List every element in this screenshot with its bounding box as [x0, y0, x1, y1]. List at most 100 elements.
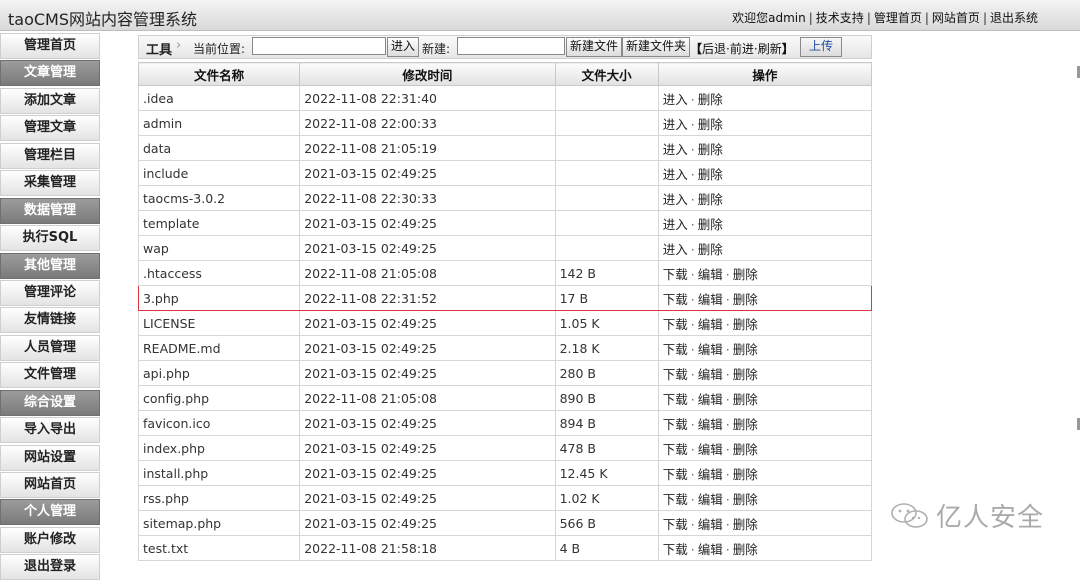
download-action[interactable]: 下载	[663, 342, 688, 357]
file-name-cell[interactable]: rss.php	[137, 485, 301, 511]
upload-button[interactable]: 上传	[800, 37, 842, 57]
delete-action[interactable]: 删除	[698, 92, 723, 107]
delete-action[interactable]: 删除	[733, 317, 758, 332]
sidebar-item[interactable]: 管理文章	[0, 115, 100, 142]
sidebar-item[interactable]: 添加文章	[0, 87, 100, 114]
edit-action[interactable]: 编辑	[698, 517, 723, 532]
download-action[interactable]: 下载	[663, 542, 688, 557]
file-name-cell[interactable]: include	[137, 160, 301, 186]
enter-action[interactable]: 进入	[663, 192, 688, 207]
file-name-cell[interactable]: .htaccess	[137, 260, 301, 286]
delete-action[interactable]: 删除	[733, 492, 758, 507]
edit-action[interactable]: 编辑	[698, 417, 723, 432]
file-name-cell[interactable]: favicon.ico	[137, 410, 301, 436]
file-name-cell[interactable]: install.php	[137, 460, 301, 486]
delete-action[interactable]: 删除	[698, 117, 723, 132]
file-name-cell[interactable]: admin	[137, 110, 301, 136]
enter-action[interactable]: 进入	[663, 242, 688, 257]
file-name-cell[interactable]: sitemap.php	[137, 510, 301, 536]
enter-action[interactable]: 进入	[663, 117, 688, 132]
file-name-cell[interactable]: index.php	[137, 435, 301, 461]
forward-link[interactable]: 前进	[730, 42, 754, 56]
edit-action[interactable]: 编辑	[698, 492, 723, 507]
download-action[interactable]: 下载	[663, 392, 688, 407]
file-name-cell[interactable]: data	[137, 135, 301, 161]
file-name-cell[interactable]: 3.php	[137, 285, 301, 311]
enter-button[interactable]: 进入	[387, 37, 420, 57]
sidebar-item[interactable]: 退出登录	[0, 554, 100, 581]
download-action[interactable]: 下载	[663, 492, 688, 507]
sidebar-item[interactable]: 人员管理	[0, 334, 100, 361]
delete-action[interactable]: 删除	[698, 167, 723, 182]
download-action[interactable]: 下载	[663, 467, 688, 482]
file-name-cell[interactable]: api.php	[137, 360, 301, 386]
enter-action[interactable]: 进入	[663, 142, 688, 157]
delete-action[interactable]: 删除	[698, 192, 723, 207]
file-name-cell[interactable]: config.php	[137, 385, 301, 411]
edit-action[interactable]: 编辑	[698, 392, 723, 407]
delete-action[interactable]: 删除	[733, 292, 758, 307]
sidebar-item[interactable]: 账户修改	[0, 526, 100, 553]
sidebar-item[interactable]: 网站首页	[0, 472, 100, 498]
download-action[interactable]: 下载	[663, 442, 688, 457]
admin-home-link[interactable]: 管理首页	[874, 11, 922, 25]
file-name-cell[interactable]: taocms-3.0.2	[137, 185, 301, 211]
refresh-link[interactable]: 刷新	[758, 42, 782, 56]
enter-action[interactable]: 进入	[663, 167, 688, 182]
file-actions-cell: 下载 · 编辑 · 删除	[657, 410, 873, 436]
delete-action[interactable]: 删除	[698, 242, 723, 257]
download-action[interactable]: 下载	[663, 367, 688, 382]
sidebar-item[interactable]: 管理栏目	[0, 142, 100, 169]
file-name-cell[interactable]: README.md	[137, 335, 301, 361]
delete-action[interactable]: 删除	[733, 442, 758, 457]
sidebar-item[interactable]: 网站设置	[0, 444, 100, 471]
sidebar-item[interactable]: 执行SQL	[0, 225, 100, 252]
edit-action[interactable]: 编辑	[698, 292, 723, 307]
new-name-input[interactable]	[457, 37, 565, 55]
delete-action[interactable]: 删除	[733, 367, 758, 382]
delete-action[interactable]: 删除	[733, 467, 758, 482]
edit-action[interactable]: 编辑	[698, 467, 723, 482]
enter-action[interactable]: 进入	[663, 217, 688, 232]
new-file-button[interactable]: 新建文件	[566, 37, 623, 57]
delete-action[interactable]: 删除	[698, 142, 723, 157]
edit-action[interactable]: 编辑	[698, 342, 723, 357]
sidebar-item[interactable]: 管理评论	[0, 279, 100, 306]
file-name-cell[interactable]: wap	[137, 235, 301, 261]
sidebar-item[interactable]: 文件管理	[0, 362, 100, 389]
download-action[interactable]: 下载	[663, 292, 688, 307]
edit-action[interactable]: 编辑	[698, 317, 723, 332]
site-home-link[interactable]: 网站首页	[932, 11, 980, 25]
sidebar-item[interactable]: 采集管理	[0, 170, 100, 197]
download-action[interactable]: 下载	[663, 417, 688, 432]
sidebar-item[interactable]: 友情链接	[0, 307, 100, 334]
new-folder-button[interactable]: 新建文件夹	[622, 37, 691, 57]
separator: ·	[725, 341, 730, 357]
download-action[interactable]: 下载	[663, 267, 688, 282]
download-action[interactable]: 下载	[663, 317, 688, 332]
delete-action[interactable]: 删除	[733, 392, 758, 407]
delete-action[interactable]: 删除	[733, 342, 758, 357]
edit-action[interactable]: 编辑	[698, 442, 723, 457]
delete-action[interactable]: 删除	[698, 217, 723, 232]
logout-link[interactable]: 退出系统	[990, 11, 1038, 25]
delete-action[interactable]: 删除	[733, 267, 758, 282]
back-link[interactable]: 后退	[702, 42, 726, 56]
sidebar-item[interactable]: 管理首页	[0, 33, 100, 59]
file-name-cell[interactable]: .idea	[137, 85, 301, 111]
file-name-cell[interactable]: LICENSE	[137, 310, 301, 336]
download-action[interactable]: 下载	[663, 517, 688, 532]
tech-support-link[interactable]: 技术支持	[816, 11, 864, 25]
delete-action[interactable]: 删除	[733, 542, 758, 557]
delete-action[interactable]: 删除	[733, 517, 758, 532]
sidebar-item[interactable]: 导入导出	[0, 417, 100, 444]
delete-action[interactable]: 删除	[733, 417, 758, 432]
edit-action[interactable]: 编辑	[698, 267, 723, 282]
location-input[interactable]	[252, 37, 386, 55]
file-actions-cell: 下载 · 编辑 · 删除	[657, 360, 873, 386]
file-name-cell[interactable]: test.txt	[137, 535, 301, 561]
edit-action[interactable]: 编辑	[698, 367, 723, 382]
edit-action[interactable]: 编辑	[698, 542, 723, 557]
enter-action[interactable]: 进入	[663, 92, 688, 107]
file-name-cell[interactable]: template	[137, 210, 301, 236]
